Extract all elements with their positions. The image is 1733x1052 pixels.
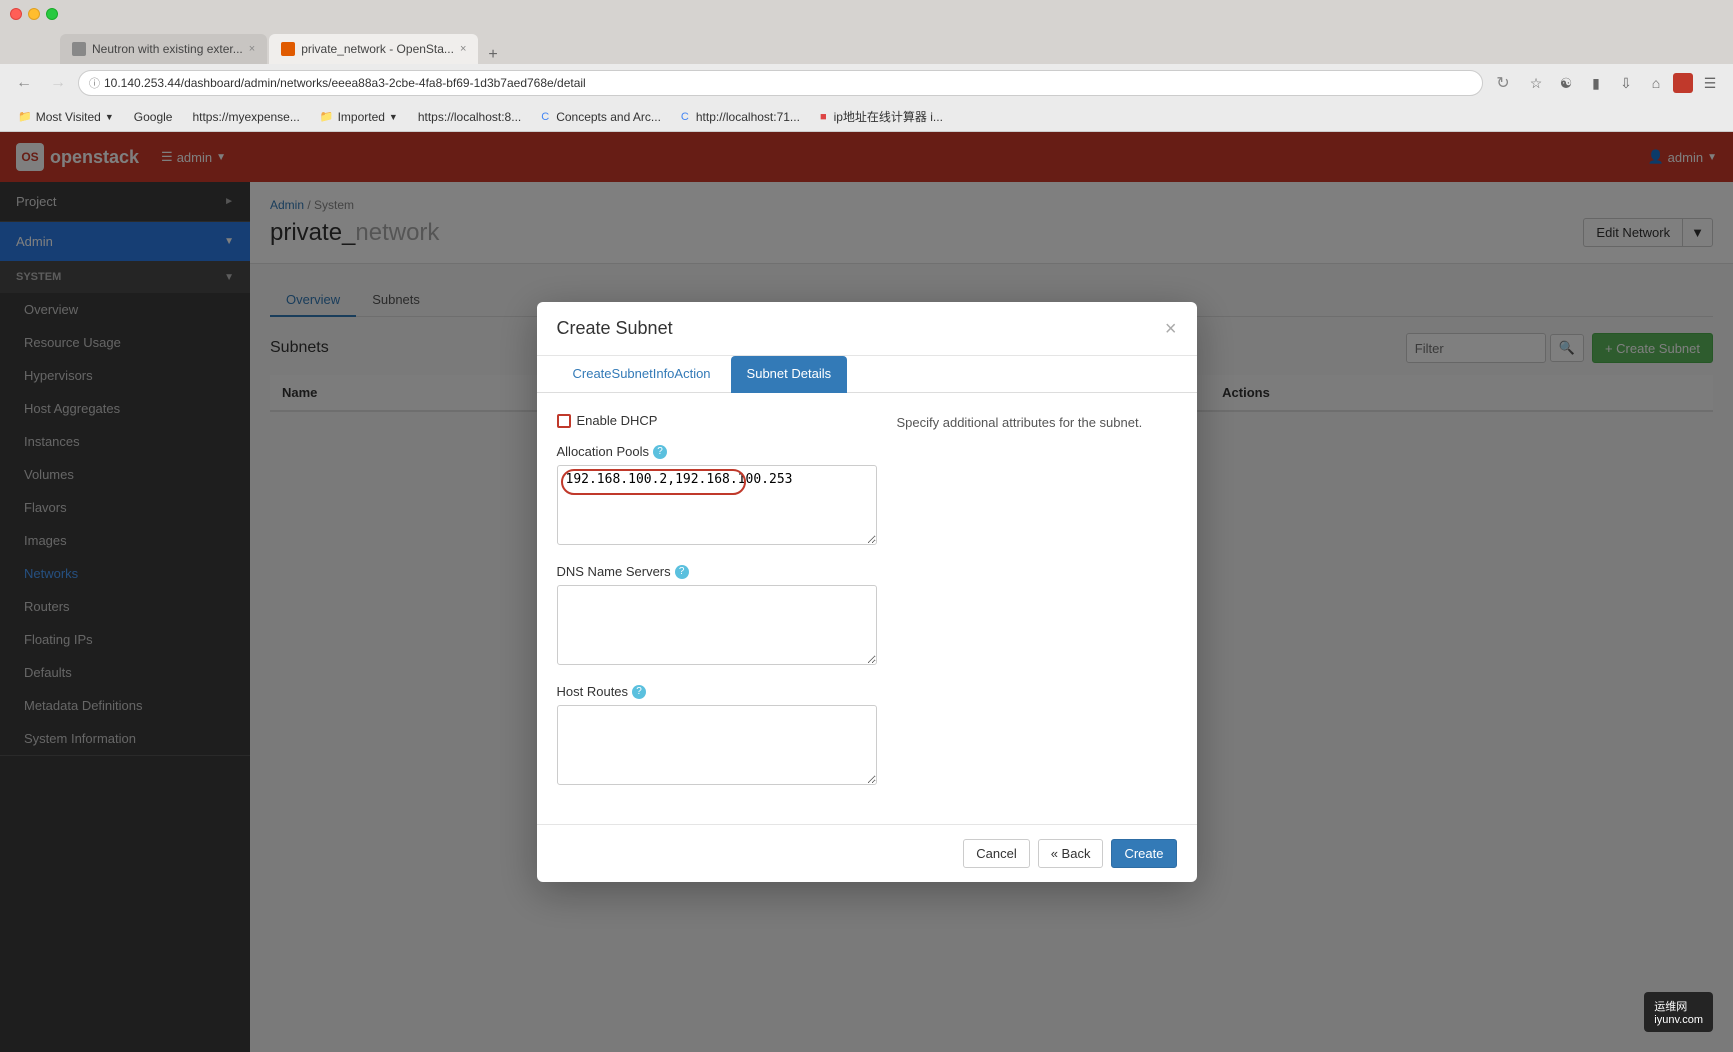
modal-form: Enable DHCP Allocation Pools ? xyxy=(557,413,877,804)
close-window-button[interactable] xyxy=(10,8,22,20)
bookmark-most-visited-label: Most Visited xyxy=(36,110,101,124)
watermark-line1: 运维网 xyxy=(1654,998,1703,1014)
bookmark-google-label: Google xyxy=(134,110,173,124)
host-routes-label: Host Routes ? xyxy=(557,684,877,699)
bookmark-concepts-label: Concepts and Arc... xyxy=(556,110,661,124)
modal-header: Create Subnet × xyxy=(537,302,1197,356)
bookmark-imported-icon: 📁 xyxy=(320,110,334,123)
host-routes-textarea[interactable] xyxy=(557,705,877,785)
bookmark-myexpense-label: https://myexpense... xyxy=(192,110,299,124)
toolbar-icons: ☆ ☯ ▮ ⇩ ⌂ ☰ xyxy=(1523,70,1723,96)
bookmark-ip-calculator-label: ip地址在线计算器 i... xyxy=(834,108,943,125)
browser-tab-2[interactable]: private_network - OpenSta... × xyxy=(269,34,478,64)
enable-dhcp-label[interactable]: Enable DHCP xyxy=(577,413,658,428)
modal-body: Enable DHCP Allocation Pools ? xyxy=(537,393,1197,824)
profile-icon[interactable] xyxy=(1673,73,1693,93)
allocation-pools-textarea[interactable] xyxy=(557,465,877,545)
modal-side-text: Specify additional attributes for the su… xyxy=(897,413,1177,804)
bookmark-concepts[interactable]: C Concepts and Arc... xyxy=(533,108,669,126)
modal-description: Specify additional attributes for the su… xyxy=(897,413,1177,433)
watermark-line2: iyunv.com xyxy=(1654,1014,1703,1026)
tab-1-close[interactable]: × xyxy=(249,43,255,55)
browser-tabs: Neutron with existing exter... × private… xyxy=(0,28,1733,64)
tab-2-close[interactable]: × xyxy=(460,43,466,55)
url-text: 10.140.253.44/dashboard/admin/networks/e… xyxy=(104,76,1472,90)
host-routes-help-icon[interactable]: ? xyxy=(632,685,646,699)
shield-button[interactable]: ▮ xyxy=(1583,70,1609,96)
tab-2-icon xyxy=(281,42,295,56)
allocation-pools-label: Allocation Pools ? xyxy=(557,444,877,459)
modal-tabs: CreateSubnetInfoAction Subnet Details xyxy=(537,356,1197,393)
create-button[interactable]: Create xyxy=(1111,839,1176,868)
back-button[interactable]: « Back xyxy=(1038,839,1104,868)
modal-tab-info[interactable]: CreateSubnetInfoAction xyxy=(557,356,727,393)
bookmark-sync-button[interactable]: ☯ xyxy=(1553,70,1579,96)
back-button[interactable]: ← xyxy=(10,69,38,97)
lock-icon: ⓘ xyxy=(89,75,100,91)
bookmarks-bar: 📁 Most Visited ▼ Google https://myexpens… xyxy=(0,102,1733,132)
menu-button[interactable]: ☰ xyxy=(1697,70,1723,96)
home-button[interactable]: ⌂ xyxy=(1643,70,1669,96)
create-subnet-modal: Create Subnet × CreateSubnetInfoAction S… xyxy=(537,302,1197,882)
tab-1-label: Neutron with existing exter... xyxy=(92,42,243,56)
modal-footer: Cancel « Back Create xyxy=(537,824,1197,882)
modal-close-button[interactable]: × xyxy=(1165,319,1177,339)
modal-overlay[interactable]: Create Subnet × CreateSubnetInfoAction S… xyxy=(0,132,1733,1052)
bookmark-localhost71-label: http://localhost:71... xyxy=(696,110,800,124)
modal-tab-details[interactable]: Subnet Details xyxy=(731,356,848,393)
bookmark-most-visited[interactable]: 📁 Most Visited ▼ xyxy=(10,108,122,126)
enable-dhcp-row: Enable DHCP xyxy=(557,413,877,428)
browser-titlebar xyxy=(0,0,1733,28)
add-tab-button[interactable]: + xyxy=(480,46,505,64)
dns-textarea[interactable] xyxy=(557,585,877,665)
tab-1-icon xyxy=(72,42,86,56)
bookmark-localhost8[interactable]: https://localhost:8... xyxy=(410,108,529,126)
browser-chrome: Neutron with existing exter... × private… xyxy=(0,0,1733,132)
bookmark-myexpense[interactable]: https://myexpense... xyxy=(184,108,307,126)
cancel-button[interactable]: Cancel xyxy=(963,839,1029,868)
bookmark-imported[interactable]: 📁 Imported ▼ xyxy=(312,108,406,126)
allocation-pools-help-icon[interactable]: ? xyxy=(653,445,667,459)
dns-help-icon[interactable]: ? xyxy=(675,565,689,579)
minimize-window-button[interactable] xyxy=(28,8,40,20)
reload-button[interactable]: ↻ xyxy=(1489,69,1517,97)
browser-tab-1[interactable]: Neutron with existing exter... × xyxy=(60,34,267,64)
forward-button[interactable]: → xyxy=(44,69,72,97)
host-routes-group: Host Routes ? xyxy=(557,684,877,788)
dns-group: DNS Name Servers ? xyxy=(557,564,877,668)
bookmark-localhost71[interactable]: C http://localhost:71... xyxy=(673,108,808,126)
modal-title: Create Subnet xyxy=(557,318,673,339)
maximize-window-button[interactable] xyxy=(46,8,58,20)
browser-toolbar: ← → ⓘ 10.140.253.44/dashboard/admin/netw… xyxy=(0,64,1733,102)
tab-2-label: private_network - OpenSta... xyxy=(301,42,454,56)
bookmark-imported-chevron: ▼ xyxy=(389,112,398,122)
allocation-pool-wrapper xyxy=(557,465,877,548)
url-bar[interactable]: ⓘ 10.140.253.44/dashboard/admin/networks… xyxy=(78,70,1483,96)
bookmark-folder-icon: 📁 xyxy=(18,110,32,123)
bookmark-most-visited-chevron: ▼ xyxy=(105,112,114,122)
allocation-pools-group: Allocation Pools ? xyxy=(557,444,877,548)
bookmark-imported-label: Imported xyxy=(338,110,385,124)
dns-label: DNS Name Servers ? xyxy=(557,564,877,579)
enable-dhcp-checkbox[interactable] xyxy=(557,414,571,428)
bookmark-ip-calculator[interactable]: ■ ip地址在线计算器 i... xyxy=(812,106,951,127)
bookmark-localhost8-label: https://localhost:8... xyxy=(418,110,521,124)
download-button[interactable]: ⇩ xyxy=(1613,70,1639,96)
watermark: 运维网 iyunv.com xyxy=(1644,992,1713,1032)
bookmark-google[interactable]: Google xyxy=(126,108,181,126)
bookmark-star-button[interactable]: ☆ xyxy=(1523,70,1549,96)
